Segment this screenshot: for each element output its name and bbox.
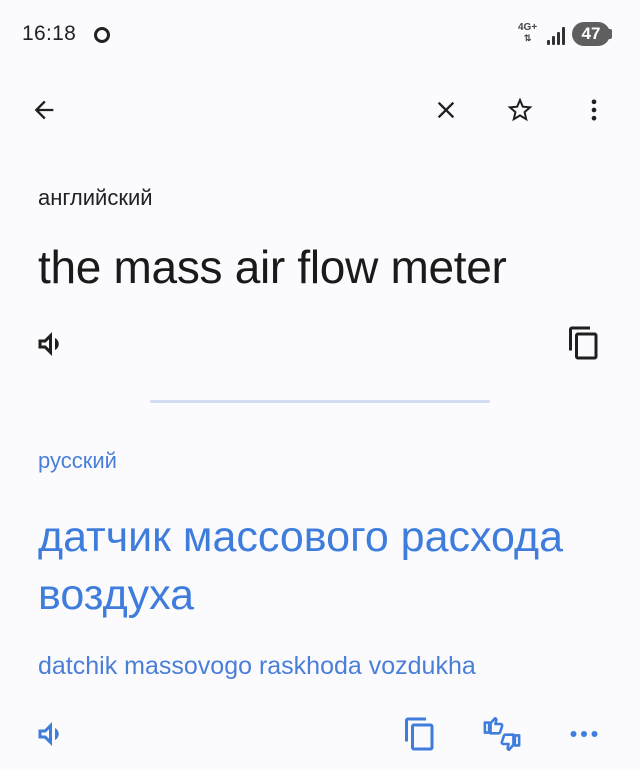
- volume-icon: [38, 722, 59, 746]
- listen-translation-button[interactable]: [34, 716, 74, 756]
- divider: [150, 400, 490, 403]
- source-text[interactable]: the mass air flow meter: [38, 240, 507, 294]
- source-language-label: английский: [38, 185, 153, 210]
- close-icon: [437, 101, 455, 119]
- more-options-button[interactable]: [572, 88, 616, 132]
- battery-indicator: 47: [572, 22, 610, 46]
- volume-icon: [38, 332, 59, 356]
- more-horiz-icon: [570, 731, 598, 737]
- copy-icon: [405, 717, 434, 751]
- notification-icon: [94, 27, 110, 43]
- back-button[interactable]: [22, 88, 66, 132]
- copy-icon: [569, 326, 598, 360]
- favorite-button[interactable]: [498, 88, 542, 132]
- copy-source-button[interactable]: [566, 325, 606, 365]
- copy-translation-button[interactable]: [402, 716, 442, 756]
- transliteration-text: datchik massovogo raskhoda vozdukha: [38, 652, 476, 680]
- network-type-label: 4G+ ⇅: [518, 22, 538, 43]
- star-icon: [507, 97, 533, 122]
- data-arrows-icon: ⇅: [523, 33, 532, 43]
- back-arrow-icon: [34, 100, 54, 120]
- target-language-label: русский: [38, 448, 117, 473]
- rate-translation-button[interactable]: [482, 716, 526, 756]
- more-actions-button[interactable]: [566, 716, 606, 756]
- signal-icon: [547, 27, 567, 45]
- listen-source-button[interactable]: [34, 326, 74, 366]
- more-vert-icon: [591, 99, 597, 121]
- translation-text[interactable]: датчик массового расхода воздуха: [38, 508, 598, 624]
- battery-level: 47: [581, 24, 601, 43]
- clear-button[interactable]: [424, 88, 468, 132]
- status-bar: 16:18 4G+ ⇅ 47: [0, 0, 640, 70]
- status-time: 16:18: [22, 22, 77, 45]
- thumbs-up-down-icon: [483, 717, 521, 752]
- battery-tip: [609, 29, 612, 39]
